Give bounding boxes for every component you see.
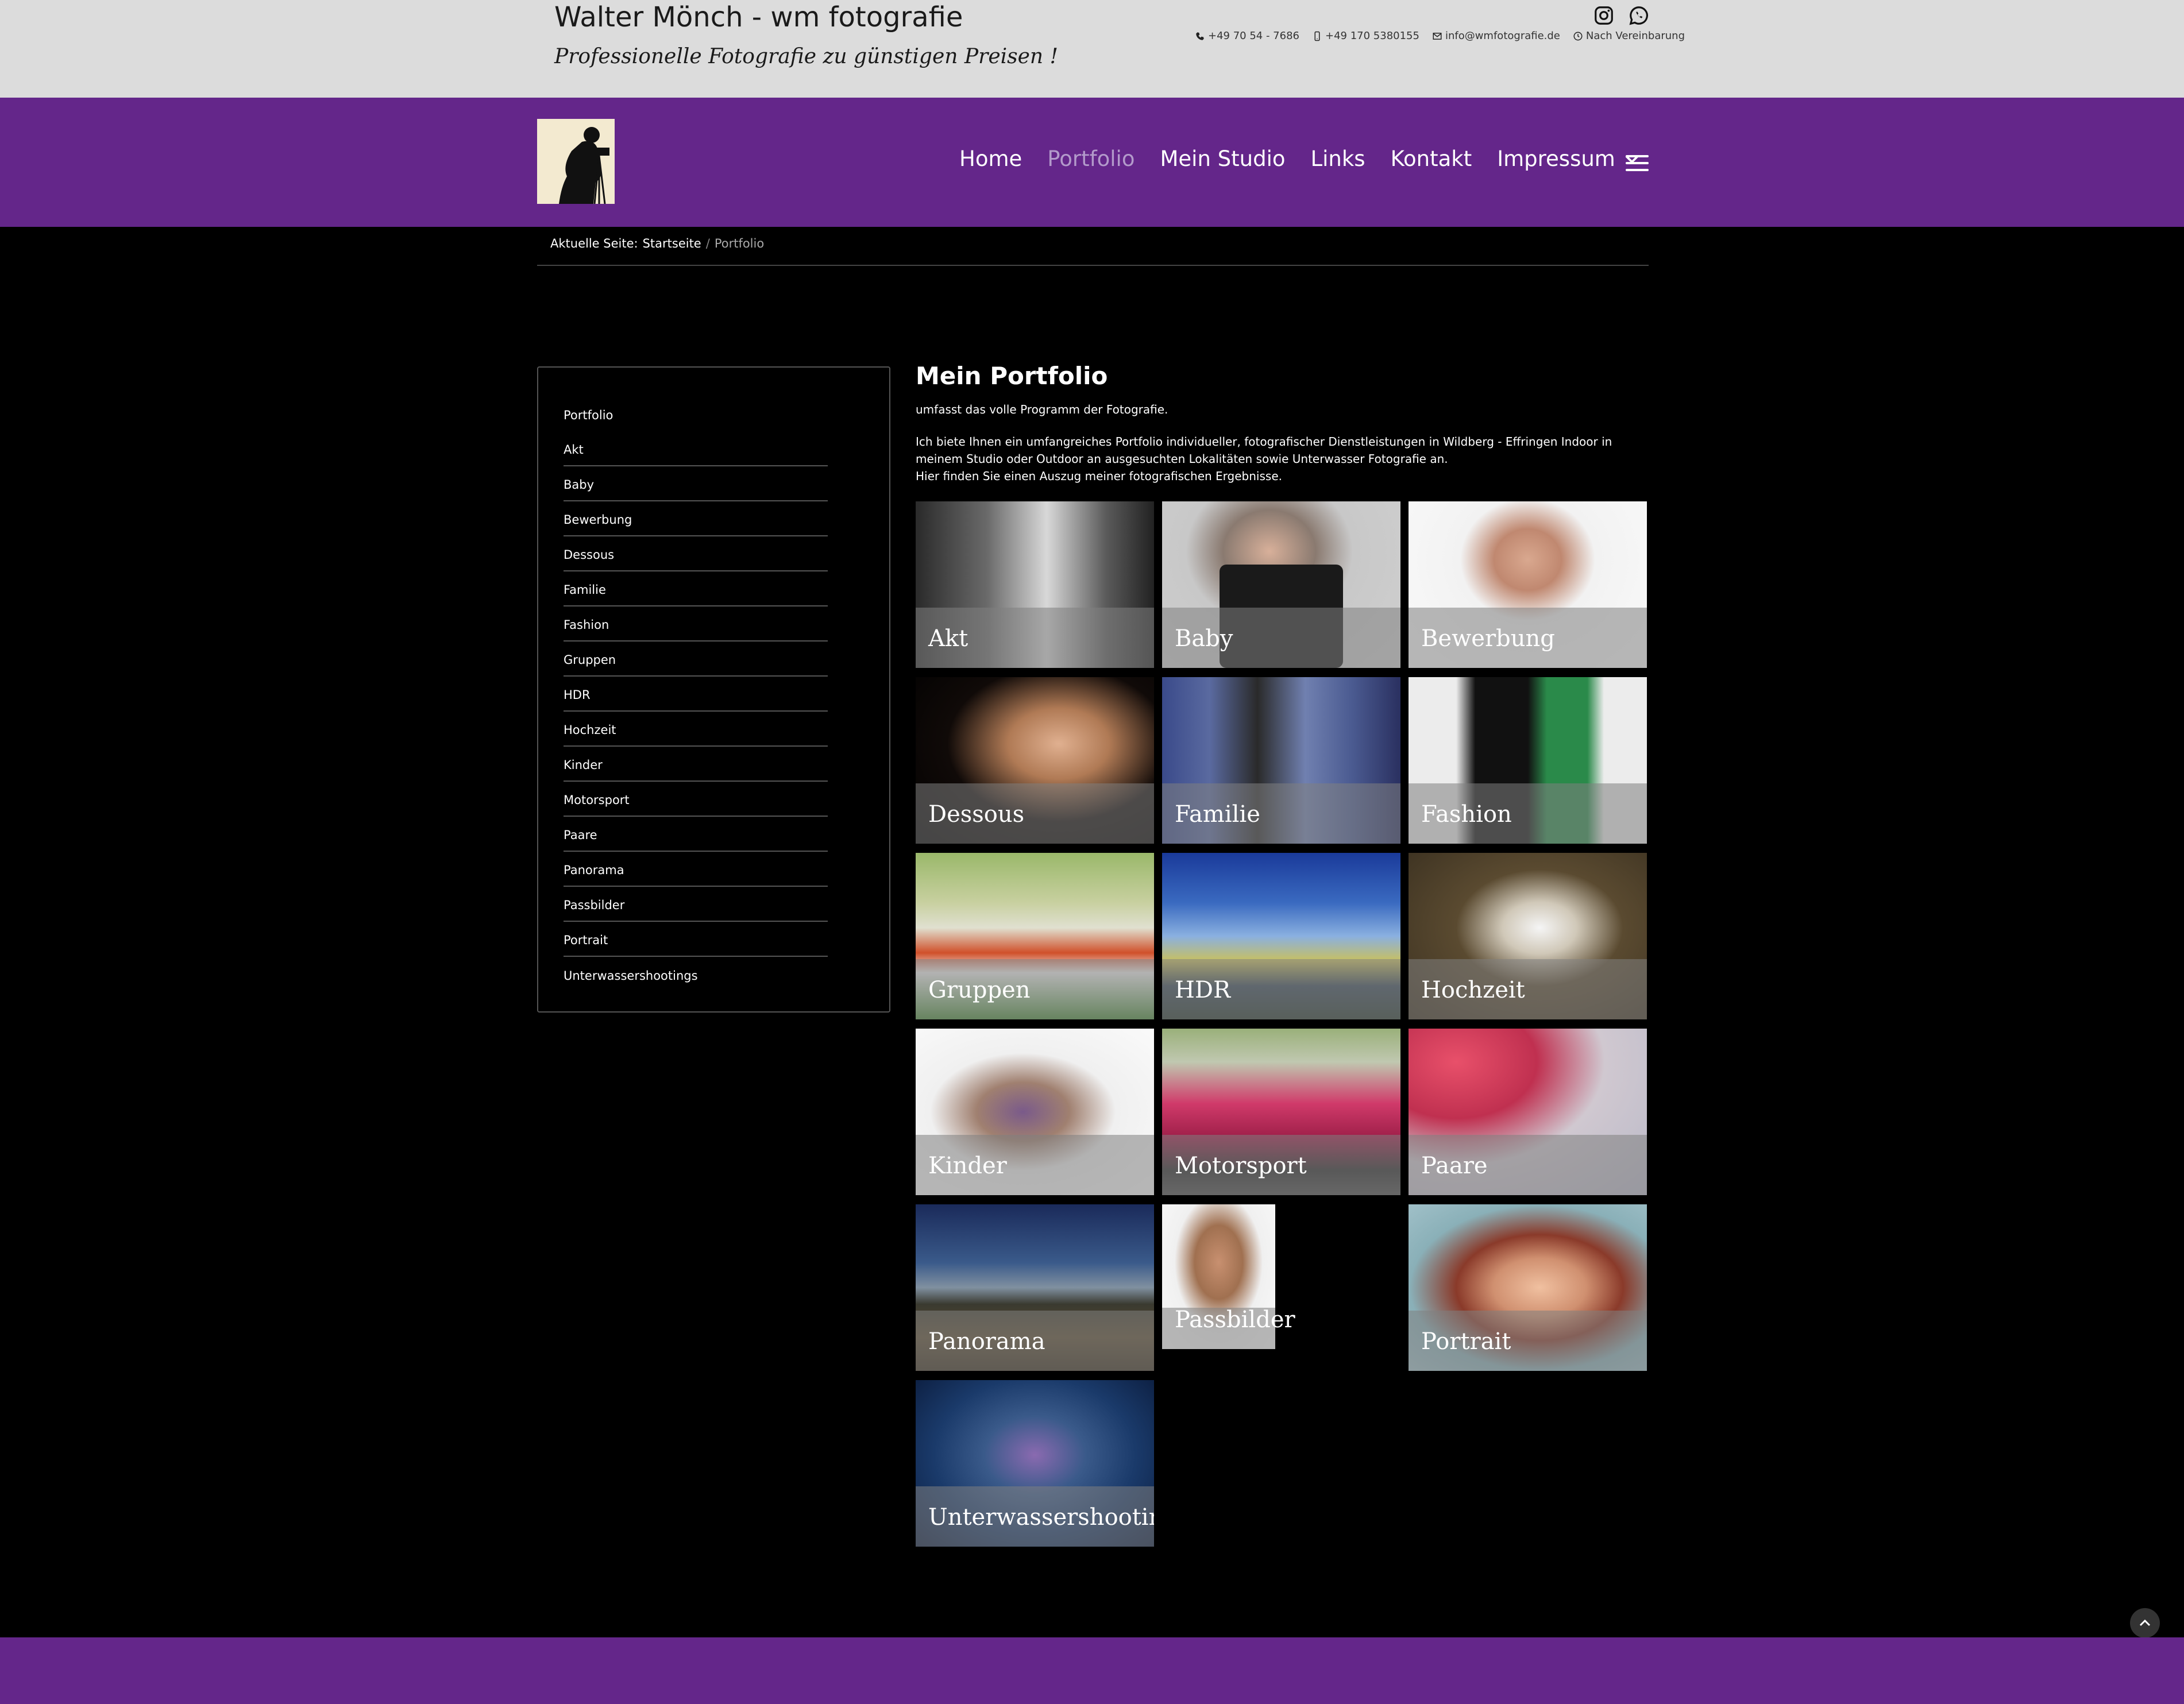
chevron-up-icon: [2139, 1619, 2151, 1626]
gallery-tile-akt[interactable]: Akt: [916, 501, 1154, 668]
gallery-label: Dessous: [928, 801, 1025, 828]
gallery-label: Gruppen: [928, 977, 1031, 1003]
menu-toggle-icon[interactable]: [1626, 155, 1649, 175]
nav-mein-studio[interactable]: Mein Studio: [1160, 146, 1285, 171]
gallery-label: Motorsport: [1175, 1153, 1307, 1179]
sidebar-item-portrait[interactable]: Portrait: [564, 922, 828, 957]
gallery-tile-gruppen[interactable]: Gruppen: [916, 853, 1154, 1019]
sidebar-item-hochzeit[interactable]: Hochzeit: [564, 712, 828, 747]
gallery-tile-fashion[interactable]: Fashion: [1409, 677, 1647, 844]
gallery-tile-portrait[interactable]: Portrait: [1409, 1204, 1647, 1371]
nav-impressum[interactable]: Impressum: [1497, 146, 1641, 171]
site-title[interactable]: Walter Mönch - wm fotografie: [554, 1, 963, 33]
gallery-tile-passbilder[interactable]: Passbilder: [1162, 1204, 1400, 1371]
hours-text: Nach Vereinbarung: [1585, 30, 1685, 42]
intro-paragraph-2: Ich biete Ihnen ein umfangreiches Portfo…: [916, 435, 1612, 466]
gallery-tile-dessous[interactable]: Dessous: [916, 677, 1154, 844]
gallery-label: Passbilder: [1175, 1307, 1295, 1333]
sidebar-item-gruppen[interactable]: Gruppen: [564, 642, 828, 677]
phone-text: +49 70 54 - 7686: [1208, 30, 1299, 42]
gallery-label: Bewerbung: [1421, 625, 1555, 652]
gallery-label: Fashion: [1421, 801, 1512, 828]
clock-icon: [1573, 32, 1583, 40]
sidebar-menu: Portfolio Akt Baby Bewerbung Dessous Fam…: [537, 366, 890, 1013]
footer: [0, 1637, 2184, 1704]
top-info-bar: Walter Mönch - wm fotografie Professione…: [0, 0, 2184, 98]
sidebar-item-kinder[interactable]: Kinder: [564, 747, 828, 782]
gallery-tile-familie[interactable]: Familie: [1162, 677, 1400, 844]
breadcrumb-prefix: Aktuelle Seite:: [550, 237, 638, 250]
whatsapp-icon[interactable]: [1628, 5, 1650, 26]
sidebar-item-bewerbung[interactable]: Bewerbung: [564, 501, 828, 536]
email-text: info@wmfotografie.de: [1445, 30, 1560, 42]
nav-links[interactable]: Links: [1311, 146, 1365, 171]
sidebar-item-baby[interactable]: Baby: [564, 466, 828, 501]
mobile-icon: [1314, 31, 1320, 41]
contact-email[interactable]: info@wmfotografie.de: [1432, 30, 1560, 42]
phone-icon: [1196, 32, 1204, 40]
nav-impressum-label: Impressum: [1497, 146, 1615, 171]
gallery-label: Paare: [1421, 1153, 1488, 1179]
sidebar-item-familie[interactable]: Familie: [564, 571, 828, 606]
gallery-label: Familie: [1175, 801, 1260, 828]
sidebar-item-dessous[interactable]: Dessous: [564, 536, 828, 571]
breadcrumb: Aktuelle Seite: Startseite / Portfolio: [550, 237, 764, 250]
gallery-tile-unterwassershootings[interactable]: Unterwassershootings: [916, 1380, 1154, 1547]
gallery-tile-panorama[interactable]: Panorama: [916, 1204, 1154, 1371]
instagram-icon[interactable]: [1593, 5, 1615, 26]
site-logo[interactable]: [537, 119, 615, 204]
contact-mobile[interactable]: +49 170 5380155: [1312, 30, 1419, 42]
intro-paragraph-1: umfasst das volle Programm der Fotografi…: [916, 403, 1168, 416]
gallery-label: Hochzeit: [1421, 977, 1525, 1003]
nav-home[interactable]: Home: [959, 146, 1022, 171]
contact-row: +49 70 54 - 7686 +49 170 5380155 info@wm…: [1195, 30, 1685, 42]
gallery-label: Portrait: [1421, 1328, 1511, 1355]
breadcrumb-divider: [537, 265, 1649, 266]
intro-text: umfasst das volle Programm der Fotografi…: [916, 401, 1657, 500]
nav-portfolio[interactable]: Portfolio: [1047, 146, 1135, 171]
mobile-text: +49 170 5380155: [1325, 30, 1419, 42]
gallery-label: Panorama: [928, 1328, 1045, 1355]
gallery-tile-motorsport[interactable]: Motorsport: [1162, 1029, 1400, 1195]
sidebar-item-paare[interactable]: Paare: [564, 817, 828, 852]
envelope-icon: [1433, 32, 1442, 40]
gallery-label: Kinder: [928, 1153, 1007, 1179]
contact-hours: Nach Vereinbarung: [1573, 30, 1685, 42]
gallery-label: Baby: [1175, 625, 1233, 652]
gallery-tile-bewerbung[interactable]: Bewerbung: [1409, 501, 1647, 668]
breadcrumb-separator: /: [705, 237, 710, 250]
sidebar-item-hdr[interactable]: HDR: [564, 677, 828, 712]
sidebar-item-panorama[interactable]: Panorama: [564, 852, 828, 887]
breadcrumb-home[interactable]: Startseite: [643, 237, 701, 250]
intro-paragraph-3: Hier finden Sie einen Auszug meiner foto…: [916, 469, 1282, 483]
page-title: Mein Portfolio: [916, 362, 1108, 390]
main-navbar: Home Portfolio Mein Studio Links Kontakt…: [0, 98, 2184, 227]
gallery-tile-kinder[interactable]: Kinder: [916, 1029, 1154, 1195]
sidebar-item-akt[interactable]: Akt: [564, 431, 828, 466]
gallery-label: HDR: [1175, 977, 1231, 1003]
site-slogan: Professionelle Fotografie zu günstigen P…: [554, 45, 1059, 68]
sidebar-item-unterwassershootings[interactable]: Unterwassershootings: [564, 957, 828, 992]
nav-kontakt[interactable]: Kontakt: [1391, 146, 1472, 171]
sidebar-item-portfolio[interactable]: Portfolio: [564, 396, 828, 431]
sidebar-item-fashion[interactable]: Fashion: [564, 606, 828, 642]
gallery-tile-baby[interactable]: Baby: [1162, 501, 1400, 668]
breadcrumb-current: Portfolio: [714, 237, 765, 250]
contact-phone[interactable]: +49 70 54 - 7686: [1195, 30, 1299, 42]
sidebar-list: Portfolio Akt Baby Bewerbung Dessous Fam…: [564, 396, 828, 992]
sidebar-item-motorsport[interactable]: Motorsport: [564, 782, 828, 817]
main-nav: Home Portfolio Mein Studio Links Kontakt…: [959, 146, 1666, 171]
sidebar-item-passbilder[interactable]: Passbilder: [564, 887, 828, 922]
gallery-tile-paare[interactable]: Paare: [1409, 1029, 1647, 1195]
back-to-top-button[interactable]: [2130, 1608, 2160, 1638]
gallery-tile-hdr[interactable]: HDR: [1162, 853, 1400, 1019]
gallery-label: Akt: [928, 625, 968, 652]
gallery-tile-hochzeit[interactable]: Hochzeit: [1409, 853, 1647, 1019]
photographer-silhouette-icon: [537, 119, 615, 204]
gallery-label: Unterwassershootings: [928, 1504, 1154, 1531]
